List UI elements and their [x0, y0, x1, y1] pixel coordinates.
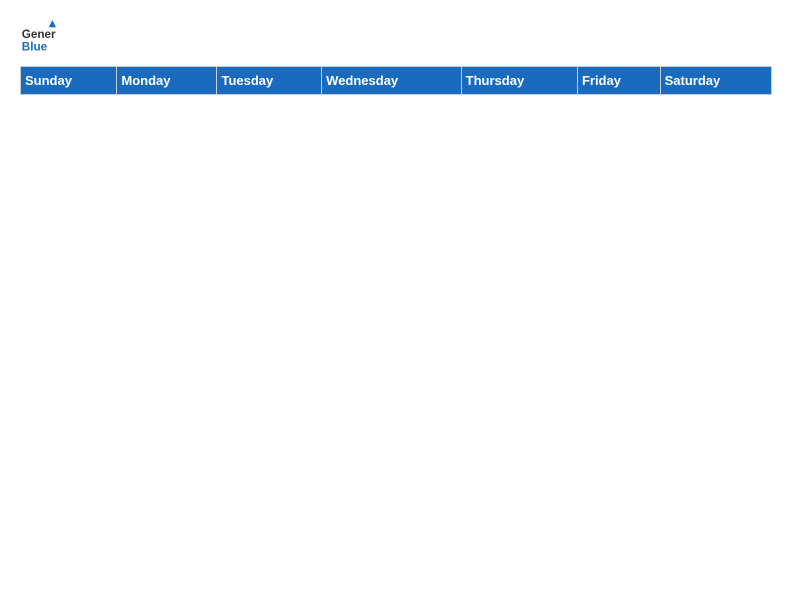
svg-text:Blue: Blue [22, 41, 48, 54]
day-header-friday: Friday [577, 67, 660, 95]
calendar-table: SundayMondayTuesdayWednesdayThursdayFrid… [20, 66, 772, 95]
logo: General Blue [20, 20, 56, 56]
logo-icon: General Blue [20, 20, 56, 56]
svg-text:General: General [22, 28, 56, 41]
day-header-monday: Monday [117, 67, 217, 95]
day-header-tuesday: Tuesday [217, 67, 322, 95]
day-header-sunday: Sunday [21, 67, 117, 95]
day-header-thursday: Thursday [461, 67, 577, 95]
day-header-saturday: Saturday [660, 67, 771, 95]
calendar-header-row: SundayMondayTuesdayWednesdayThursdayFrid… [21, 67, 772, 95]
day-header-wednesday: Wednesday [322, 67, 462, 95]
header: General Blue [20, 20, 772, 56]
